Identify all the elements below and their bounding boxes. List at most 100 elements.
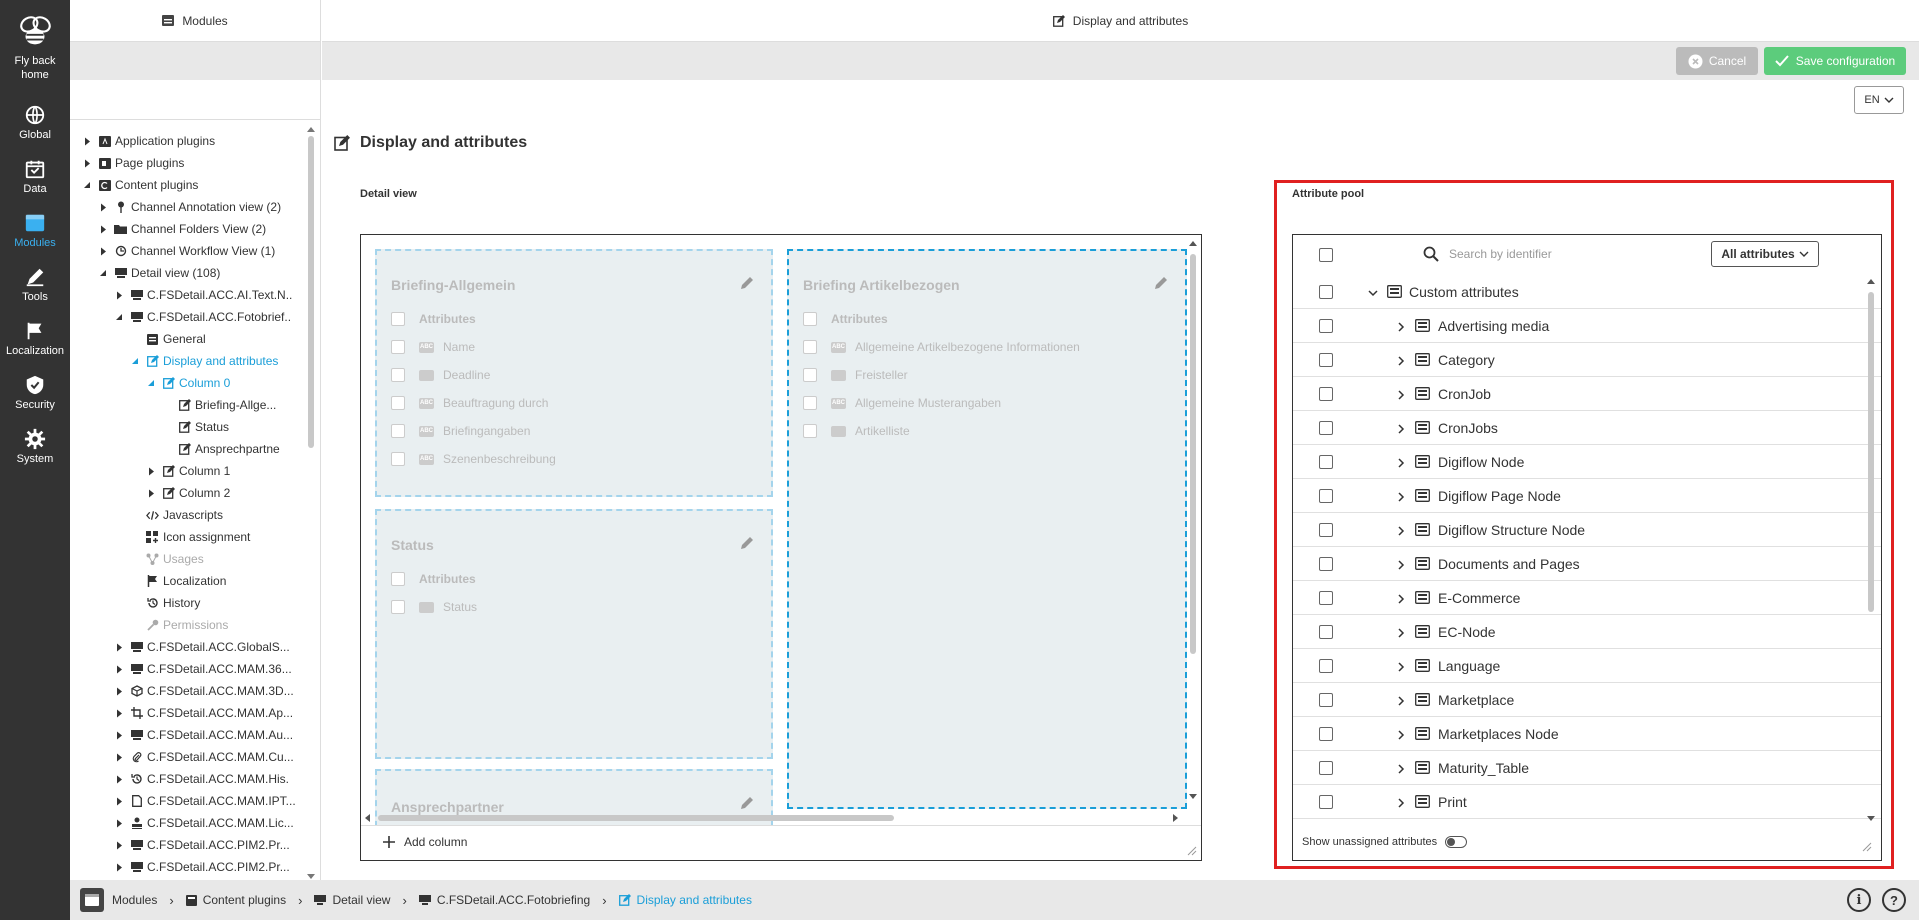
chevron-down-icon[interactable]: [1367, 286, 1379, 298]
caret-right-icon[interactable]: [114, 664, 124, 674]
tree-node[interactable]: Channel Folders View (2): [70, 218, 306, 240]
attribute-group-row[interactable]: Advertising media: [1293, 309, 1881, 343]
caret-right-icon[interactable]: [114, 752, 124, 762]
attribute-group-row[interactable]: Marketplaces Node: [1293, 717, 1881, 751]
tree-scrollbar[interactable]: [306, 126, 316, 880]
attribute-group-root[interactable]: Custom attributes: [1293, 275, 1881, 309]
caret-right-icon[interactable]: [114, 642, 124, 652]
tree-node[interactable]: C.FSDetail.ACC.MAM.IPT...: [70, 790, 306, 812]
chevron-right-icon[interactable]: [1395, 456, 1407, 468]
checkbox[interactable]: [1319, 692, 1333, 707]
caret-right-icon[interactable]: [82, 136, 92, 146]
checkbox[interactable]: [1319, 488, 1333, 503]
tree-node[interactable]: C.FSDetail.ACC.AI.Text.N..: [70, 284, 306, 306]
checkbox[interactable]: [1319, 590, 1333, 605]
tree-node[interactable]: C.FSDetail.ACC.MAM.Cu...: [70, 746, 306, 768]
checkbox[interactable]: [391, 340, 405, 354]
attribute-row[interactable]: Freisteller: [803, 365, 908, 385]
tree-node[interactable]: General: [70, 328, 306, 350]
help-icon[interactable]: ?: [1882, 888, 1906, 912]
attribute-row[interactable]: ABC Szenenbeschreibung: [391, 449, 556, 469]
checkbox[interactable]: [1319, 760, 1333, 775]
caret-right-icon[interactable]: [98, 246, 108, 256]
attribute-row[interactable]: ABC Briefingangaben: [391, 421, 530, 441]
caret-right-icon[interactable]: [114, 686, 124, 696]
caret-right-icon[interactable]: [114, 818, 124, 828]
chevron-right-icon[interactable]: [1395, 354, 1407, 366]
save-configuration-button[interactable]: Save configuration: [1764, 47, 1906, 75]
tree-node[interactable]: Permissions: [70, 614, 306, 636]
chevron-right-icon[interactable]: [1395, 728, 1407, 740]
chevron-right-icon[interactable]: [1395, 796, 1407, 808]
checkbox[interactable]: [1319, 556, 1333, 571]
caret-right-icon[interactable]: [114, 290, 124, 300]
tree-node[interactable]: Content plugins: [70, 174, 306, 196]
group-status[interactable]: Status Attributes Status: [375, 509, 773, 759]
tree-node[interactable]: C.FSDetail.ACC.MAM.Lic...: [70, 812, 306, 834]
checkbox[interactable]: [1319, 284, 1333, 299]
caret-right-icon[interactable]: [98, 202, 108, 212]
attribute-row[interactable]: Status: [391, 597, 477, 617]
tree-node[interactable]: C.FSDetail.ACC.PIM2.Pr...: [70, 834, 306, 856]
attribute-group-row[interactable]: Maturity_Table: [1293, 751, 1881, 785]
search-input[interactable]: Search by identifier: [1419, 241, 1709, 267]
attribute-row[interactable]: Artikelliste: [803, 421, 910, 441]
detail-vscroll-thumb[interactable]: [1190, 254, 1196, 654]
attribute-group-row[interactable]: Marketplace: [1293, 683, 1881, 717]
detail-view-vscroll[interactable]: [1188, 238, 1198, 800]
caret-right-icon[interactable]: [114, 862, 124, 872]
group-briefing-artikelbezogen[interactable]: Briefing Artikelbezogen Attributes ABC Al…: [787, 249, 1187, 809]
attribute-group-row[interactable]: Documents and Pages: [1293, 547, 1881, 581]
tree-node[interactable]: C.FSDetail.ACC.MAM.Au...: [70, 724, 306, 746]
checkbox[interactable]: [1319, 454, 1333, 469]
breadcrumb-content-plugins[interactable]: Content plugins: [185, 893, 286, 907]
attribute-group-row[interactable]: Digiflow Node: [1293, 445, 1881, 479]
group-briefing-allgemein[interactable]: Briefing-Allgemein Attributes ABC Name De…: [375, 249, 773, 497]
checkbox[interactable]: [391, 312, 405, 326]
attribute-group-row[interactable]: CronJobs: [1293, 411, 1881, 445]
nav-system[interactable]: System: [0, 419, 70, 473]
tree-scroll-thumb[interactable]: [308, 136, 314, 448]
caret-down-icon[interactable]: [130, 356, 140, 366]
attribute-group-row[interactable]: Digiflow Page Node: [1293, 479, 1881, 513]
tree-node[interactable]: Status: [70, 416, 306, 438]
tree-node[interactable]: Column 2: [70, 482, 306, 504]
tree-node[interactable]: Briefing-Allge...: [70, 394, 306, 416]
checkbox[interactable]: [803, 312, 817, 326]
show-unassigned-toggle-row[interactable]: Show unassigned attributes: [1302, 836, 1468, 848]
tree-node[interactable]: Ansprechpartne: [70, 438, 306, 460]
pencil-icon[interactable]: [739, 795, 755, 811]
breadcrumb-modules[interactable]: Modules: [112, 893, 157, 907]
pencil-icon[interactable]: [1153, 275, 1169, 291]
tree-node[interactable]: C.FSDetail.ACC.Fotobrief..: [70, 306, 306, 328]
tree-node[interactable]: Javascripts: [70, 504, 306, 526]
caret-down-icon[interactable]: [146, 378, 156, 388]
chevron-right-icon[interactable]: [1395, 388, 1407, 400]
tree-node[interactable]: Application plugins: [70, 130, 306, 152]
tree-node[interactable]: C.FSDetail.ACC.MAM.3D...: [70, 680, 306, 702]
caret-right-icon[interactable]: [114, 840, 124, 850]
tree-node[interactable]: Channel Annotation view (2): [70, 196, 306, 218]
caret-down-icon[interactable]: [82, 180, 92, 190]
tree-node[interactable]: C.FSDetail.ACC.MAM.36...: [70, 658, 306, 680]
caret-right-icon[interactable]: [146, 466, 156, 476]
checkbox[interactable]: [1319, 386, 1333, 401]
tree-node[interactable]: Page plugins: [70, 152, 306, 174]
checkbox[interactable]: [803, 368, 817, 382]
caret-right-icon[interactable]: [82, 158, 92, 168]
tree-node[interactable]: Detail view (108): [70, 262, 306, 284]
tree-node[interactable]: C.FSDetail.ACC.MAM.Ap...: [70, 702, 306, 724]
attribute-row[interactable]: ABC Allgemeine Musterangaben: [803, 393, 1001, 413]
checkbox[interactable]: [391, 600, 405, 614]
chevron-right-icon[interactable]: [1395, 320, 1407, 332]
caret-down-icon[interactable]: [114, 312, 124, 322]
attribute-group-row[interactable]: Category: [1293, 343, 1881, 377]
checkbox[interactable]: [1319, 794, 1333, 809]
attribute-row[interactable]: ABC Allgemeine Artikelbezogene Informatio…: [803, 337, 1080, 357]
attribute-group-row[interactable]: Digiflow Structure Node: [1293, 513, 1881, 547]
attribute-row[interactable]: ABC Beauftragung durch: [391, 393, 548, 413]
checkbox[interactable]: [803, 424, 817, 438]
caret-right-icon[interactable]: [146, 488, 156, 498]
tree-node[interactable]: Channel Workflow View (1): [70, 240, 306, 262]
breadcrumb-display-and-attributes[interactable]: Display and attributes: [618, 893, 752, 907]
